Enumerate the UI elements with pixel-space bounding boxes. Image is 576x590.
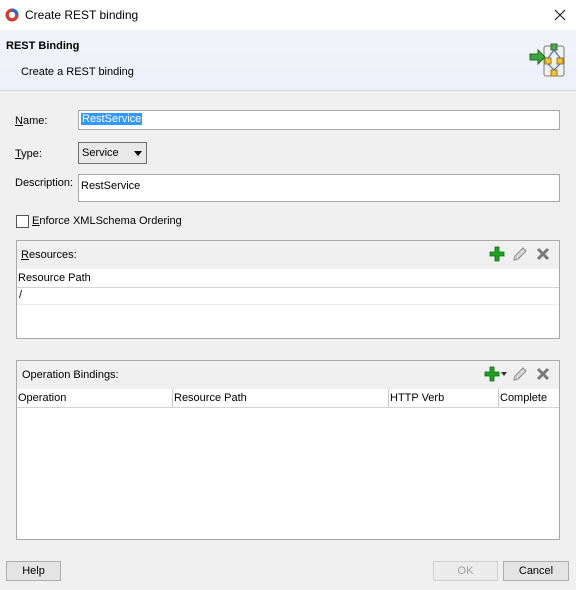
- banner-subtitle: Create a REST binding: [21, 66, 134, 78]
- delete-operation-icon[interactable]: [535, 366, 551, 382]
- ok-button[interactable]: OK: [433, 561, 498, 581]
- edit-resource-icon[interactable]: [512, 246, 528, 262]
- enforce-ordering-checkbox[interactable]: [16, 215, 29, 228]
- operation-bindings-title: Operation Bindings:: [22, 369, 119, 381]
- type-label: Type:: [15, 148, 42, 160]
- window-title: Create REST binding: [25, 8, 139, 22]
- resource-row[interactable]: /: [17, 289, 559, 305]
- name-value: RestService: [81, 113, 143, 125]
- http-verb-column-header[interactable]: HTTP Verb: [389, 389, 499, 408]
- type-select[interactable]: Service: [78, 142, 147, 164]
- resources-title: Resources:: [21, 249, 77, 261]
- description-field[interactable]: RestService: [78, 174, 560, 202]
- add-dropdown-arrow-icon[interactable]: [501, 372, 507, 376]
- banner-title: REST Binding: [6, 40, 80, 52]
- complete-column-header[interactable]: Complete: [499, 389, 559, 408]
- title-bar: Create REST binding: [0, 0, 576, 30]
- edit-operation-icon[interactable]: [512, 366, 528, 382]
- resource-path-cell: /: [19, 289, 23, 301]
- resources-panel: Resources: Resource Path /: [16, 240, 560, 339]
- name-input[interactable]: RestService: [78, 110, 560, 130]
- resources-header: Resources:: [17, 241, 559, 270]
- binding-wizard-icon: [529, 43, 565, 77]
- add-resource-icon[interactable]: [489, 246, 505, 262]
- close-icon[interactable]: [552, 7, 568, 23]
- help-button[interactable]: Help: [6, 561, 61, 581]
- cancel-button[interactable]: Cancel: [503, 561, 569, 581]
- header-banner: REST Binding Create a REST binding: [0, 30, 576, 91]
- resource-path-column-header[interactable]: Resource Path: [173, 389, 389, 408]
- add-operation-icon[interactable]: [484, 366, 500, 382]
- name-label: Name:: [15, 115, 48, 127]
- description-value: RestService: [81, 180, 141, 192]
- type-value: Service: [82, 147, 119, 159]
- operation-bindings-header: Operation Bindings:: [17, 361, 559, 390]
- operation-bindings-panel: Operation Bindings: Operation Resource P…: [16, 360, 560, 540]
- delete-resource-icon[interactable]: [535, 246, 551, 262]
- enforce-ordering-label: Enforce XMLSchema Ordering: [32, 215, 182, 227]
- description-label: Description:: [15, 177, 74, 189]
- dropdown-arrow-icon: [134, 151, 142, 156]
- operation-column-header[interactable]: Operation: [17, 389, 173, 408]
- app-logo-icon: [5, 8, 19, 22]
- resource-path-column-header[interactable]: Resource Path: [17, 269, 559, 288]
